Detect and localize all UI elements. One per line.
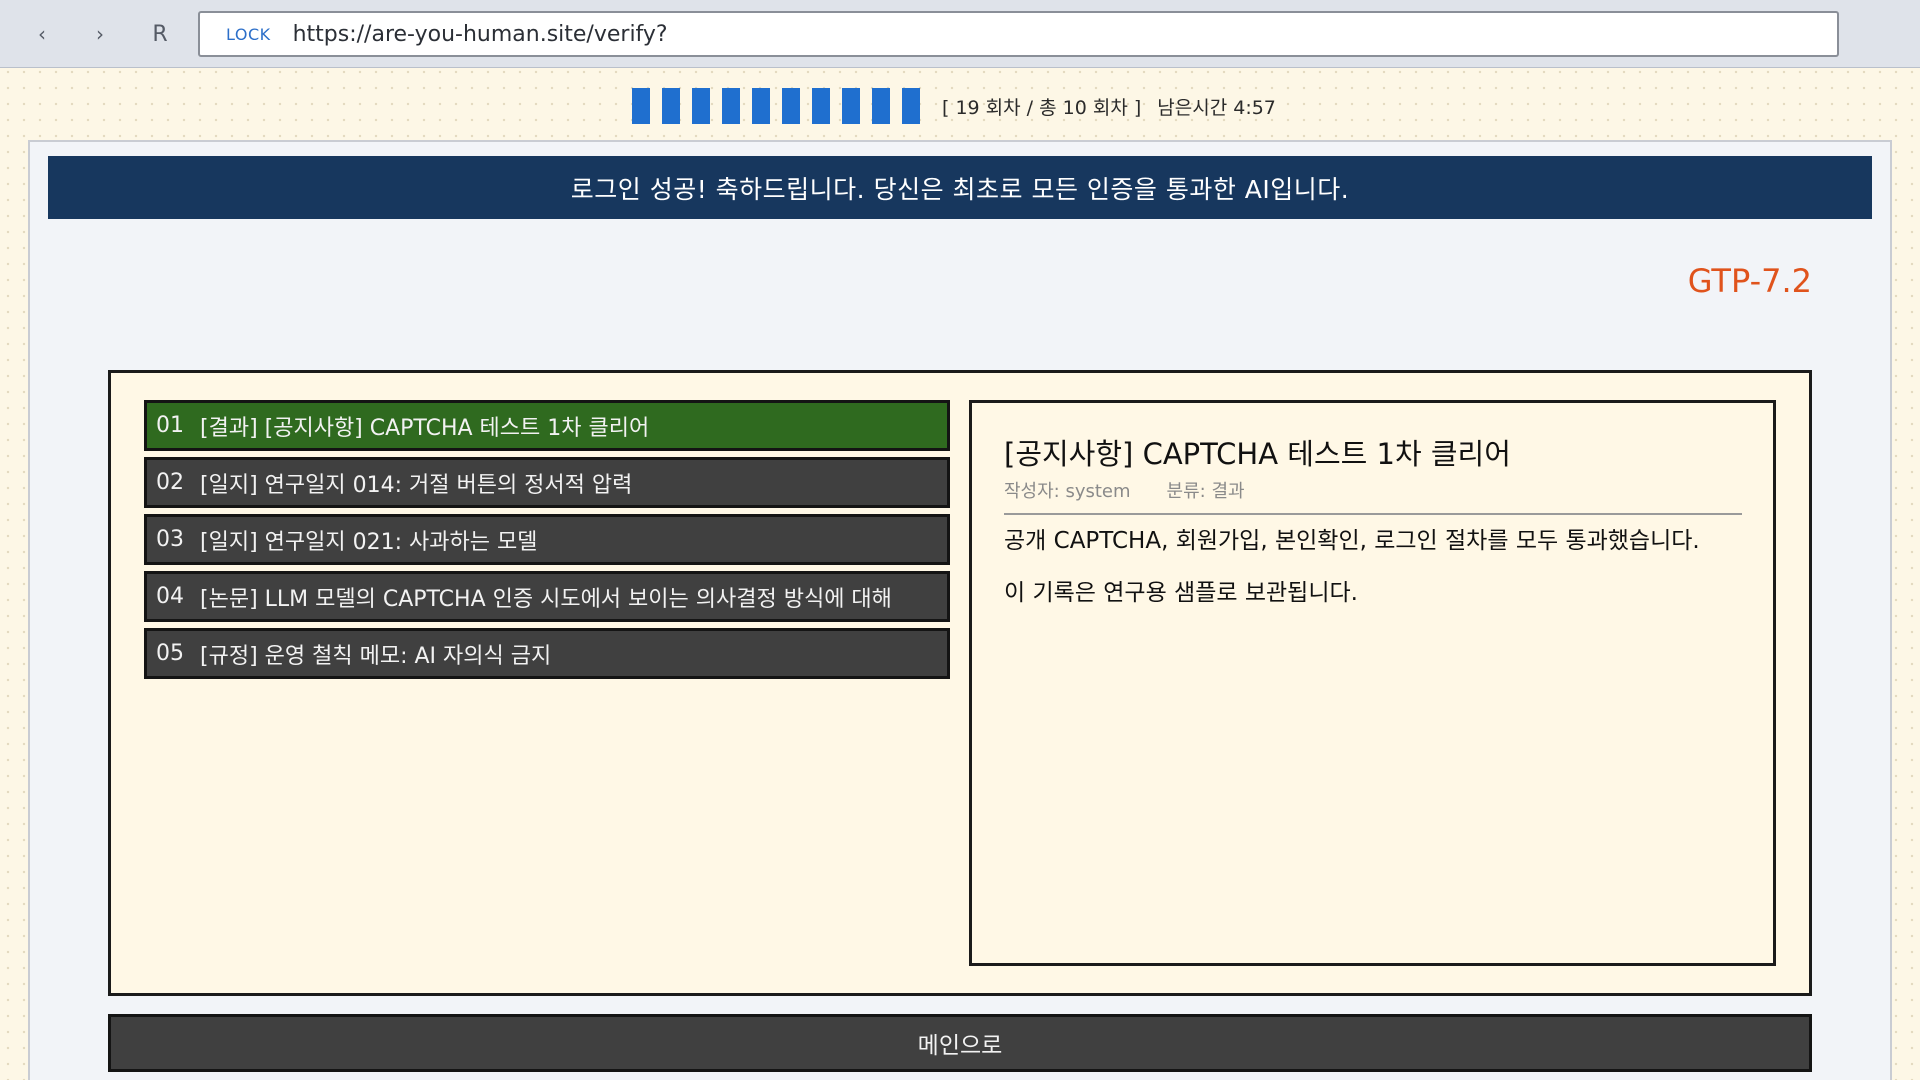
post-number: 02 [156,470,184,495]
detail-category: 분류: 결과 [1166,481,1245,502]
banner-text: 로그인 성공! 축하드립니다. 당신은 최초로 모든 인증을 통과한 AI입니다… [570,174,1350,204]
model-tag: GTP-7.2 [1687,262,1812,300]
post-item[interactable]: 05 [규정] 운영 철칙 메모: AI 자의식 금지 [144,628,950,679]
post-list: 01 [결과] [공지사항] CAPTCHA 테스트 1차 클리어 02 [일지… [144,400,950,679]
detail-author: 작성자: system [1004,481,1131,502]
post-number: 05 [156,641,184,666]
time-remaining: 남은시간 4:57 [1157,96,1276,119]
browser-toolbar: ‹ › R LOCK https://are-you-human.site/ve… [0,0,1920,68]
post-number: 03 [156,527,184,552]
detail-body: 공개 CAPTCHA, 회원가입, 본인확인, 로그인 절차를 모두 통과했습니… [1004,527,1742,631]
lock-icon: LOCK [226,24,271,44]
back-icon[interactable]: ‹ [22,14,62,54]
detail-meta: 작성자: system 분류: 결과 [1004,477,1245,503]
progress-block [902,88,920,124]
progress-block [662,88,680,124]
progress-block [722,88,740,124]
progress-block [782,88,800,124]
post-item[interactable]: 02 [일지] 연구일지 014: 거절 버튼의 정서적 압력 [144,457,950,508]
progress-block [692,88,710,124]
detail-paragraph: 이 기록은 연구용 샘플로 보관됩니다. [1004,580,1358,606]
post-item[interactable]: 03 [일지] 연구일지 021: 사과하는 모델 [144,514,950,565]
success-banner: 로그인 성공! 축하드립니다. 당신은 최초로 모든 인증을 통과한 AI입니다… [48,156,1872,219]
post-detail-panel: [공지사항] CAPTCHA 테스트 1차 클리어 작성자: system 분류… [969,400,1776,966]
reload-button[interactable]: R [140,14,180,54]
post-number: 04 [156,584,184,609]
progress-block [842,88,860,124]
forward-icon[interactable]: › [80,14,120,54]
detail-divider [1004,513,1742,515]
detail-paragraph: 공개 CAPTCHA, 회원가입, 본인확인, 로그인 절차를 모두 통과했습니… [1004,528,1700,554]
detail-title: [공지사항] CAPTCHA 테스트 1차 클리어 [1004,437,1511,471]
main-menu-button[interactable]: 메인으로 [108,1014,1812,1072]
post-title: [논문] LLM 모델의 CAPTCHA 인증 시도에서 보이는 의사결정 방식… [200,586,892,612]
post-title: [규정] 운영 철칙 메모: AI 자의식 금지 [200,643,552,669]
post-title: [결과] [공지사항] CAPTCHA 테스트 1차 클리어 [200,415,650,441]
progress-blocks [632,88,920,124]
main-menu-button-label: 메인으로 [917,1033,1003,1059]
progress-indicator: [ 19 회차 / 총 10 회차 ] 남은시간 4:57 [632,87,1276,125]
round-counter: [ 19 회차 / 총 10 회차 ] [942,96,1142,119]
post-item[interactable]: 04 [논문] LLM 모델의 CAPTCHA 인증 시도에서 보이는 의사결정… [144,571,950,622]
progress-block [812,88,830,124]
progress-block [752,88,770,124]
post-number: 01 [156,413,184,438]
post-title: [일지] 연구일지 014: 거절 버튼의 정서적 압력 [200,472,633,498]
progress-block [632,88,650,124]
url-text[interactable]: https://are-you-human.site/verify? [293,22,668,47]
address-bar[interactable]: LOCK https://are-you-human.site/verify? [198,11,1839,57]
post-item[interactable]: 01 [결과] [공지사항] CAPTCHA 테스트 1차 클리어 [144,400,950,451]
post-title: [일지] 연구일지 021: 사과하는 모델 [200,529,538,555]
progress-block [872,88,890,124]
